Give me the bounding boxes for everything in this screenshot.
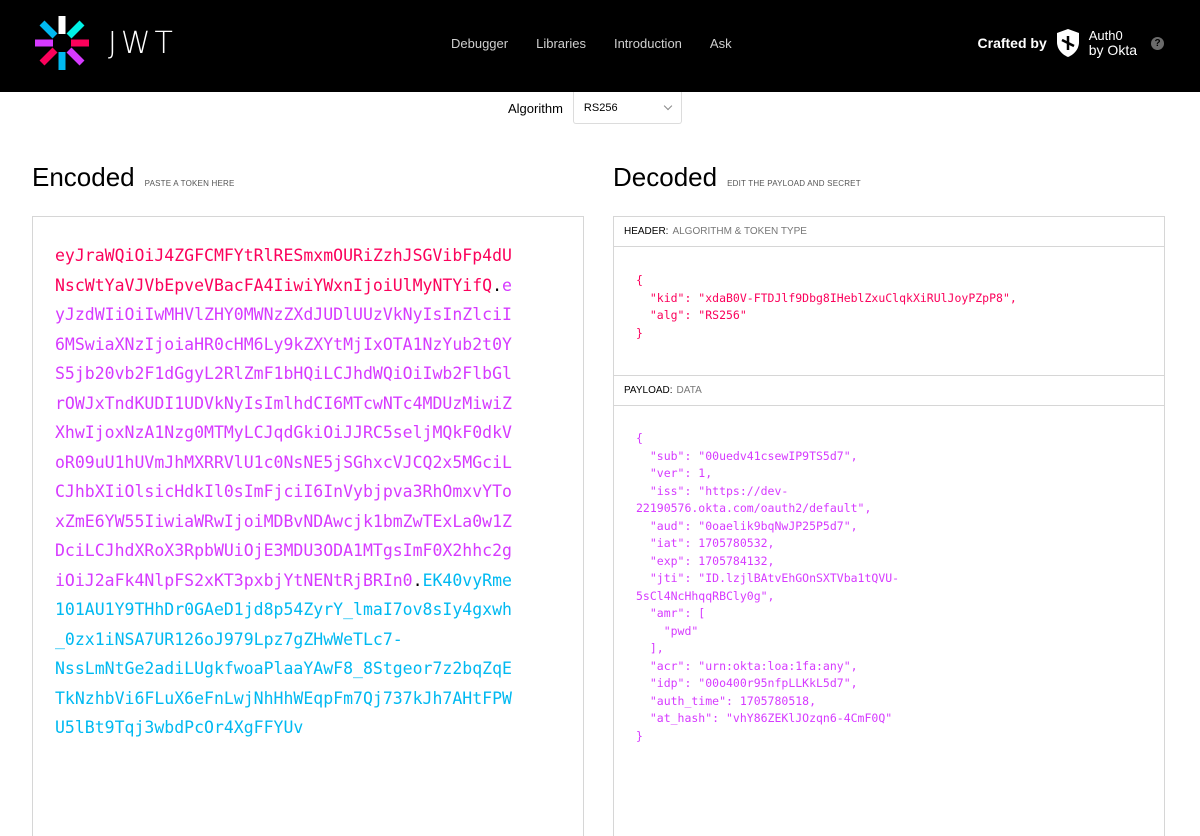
payload-json-editor[interactable]: { "sub": "00uedv41csewIP9TS5d7", "ver": … — [614, 406, 1164, 745]
decoded-title: Decoded — [613, 162, 718, 192]
okta-line-1: Auth0 — [1088, 28, 1123, 43]
nav-ask[interactable]: Ask — [710, 36, 732, 51]
payload-label: PAYLOAD: — [624, 385, 673, 396]
auth0-shield-icon — [1056, 29, 1079, 57]
help-icon[interactable]: ? — [1151, 36, 1164, 50]
okta-wordmark: Auth0 by Okta — [1088, 28, 1137, 58]
token-separator: . — [412, 570, 423, 590]
encoded-token-editor[interactable]: eyJraWQiOiJ4ZGFCMFYtRlRESmxmOURiZzhJSGVi… — [32, 216, 584, 836]
algorithm-select[interactable]: RS256 — [572, 92, 682, 124]
encoded-token: eyJraWQiOiJ4ZGFCMFYtRlRESmxmOURiZzhJSGVi… — [55, 241, 515, 743]
top-bar: JWT Debugger Libraries Introduction Ask … — [0, 0, 1200, 92]
nav-debugger[interactable]: Debugger — [451, 36, 508, 51]
token-header-part: eyJraWQiOiJ4ZGFCMFYtRlRESmxmOURiZzhJSGVi… — [55, 246, 512, 295]
nav-introduction[interactable]: Introduction — [614, 36, 682, 51]
token-separator: . — [492, 275, 503, 295]
nav-libraries[interactable]: Libraries — [536, 36, 586, 51]
token-payload-part: eyJzdWIiOiIwMHVlZHY0MWNzZXdJUDlUUzVkNyIs… — [55, 275, 512, 590]
crafted-by-label: Crafted by — [977, 35, 1047, 51]
token-signature-part-2: NssLmNtGe2adiLUgkfwoaPlaaYAwF8_8Stgeor7z… — [55, 659, 512, 737]
main-nav: Debugger Libraries Introduction Ask — [451, 36, 760, 51]
decoded-subtitle: EDIT THE PAYLOAD AND SECRET — [727, 179, 861, 188]
header-json-editor[interactable]: { "kid": "xdaB0V-FTDJlf9Dbg8IHeblZxuClqk… — [614, 247, 1164, 376]
header-label: HEADER: — [624, 226, 669, 237]
encoded-title: Encoded — [32, 162, 135, 192]
algorithm-selector: Algorithm RS256 — [508, 92, 682, 124]
encoded-heading: Encoded PASTE A TOKEN HERE — [32, 162, 235, 193]
decoded-panel: HEADER: ALGORITHM & TOKEN TYPE { "kid": … — [613, 216, 1165, 836]
payload-sublabel: DATA — [676, 385, 702, 396]
logo-text: JWT — [108, 25, 177, 61]
algorithm-label: Algorithm — [508, 100, 563, 116]
algorithm-value: RS256 — [583, 101, 618, 114]
jwt-logo[interactable]: JWT — [32, 14, 177, 72]
jwt-logo-icon — [35, 16, 89, 70]
header-section-title: HEADER: ALGORITHM & TOKEN TYPE — [614, 217, 1164, 247]
header-sublabel: ALGORITHM & TOKEN TYPE — [672, 226, 807, 237]
okta-line-2: by Okta — [1088, 42, 1137, 58]
crafted-by[interactable]: Crafted by Auth0 by Okta ? — [978, 28, 1164, 58]
payload-section-title: PAYLOAD: DATA — [614, 376, 1164, 406]
decoded-heading: Decoded EDIT THE PAYLOAD AND SECRET — [613, 162, 861, 193]
chevron-down-icon — [663, 101, 673, 111]
encoded-subtitle: PASTE A TOKEN HERE — [144, 179, 235, 188]
